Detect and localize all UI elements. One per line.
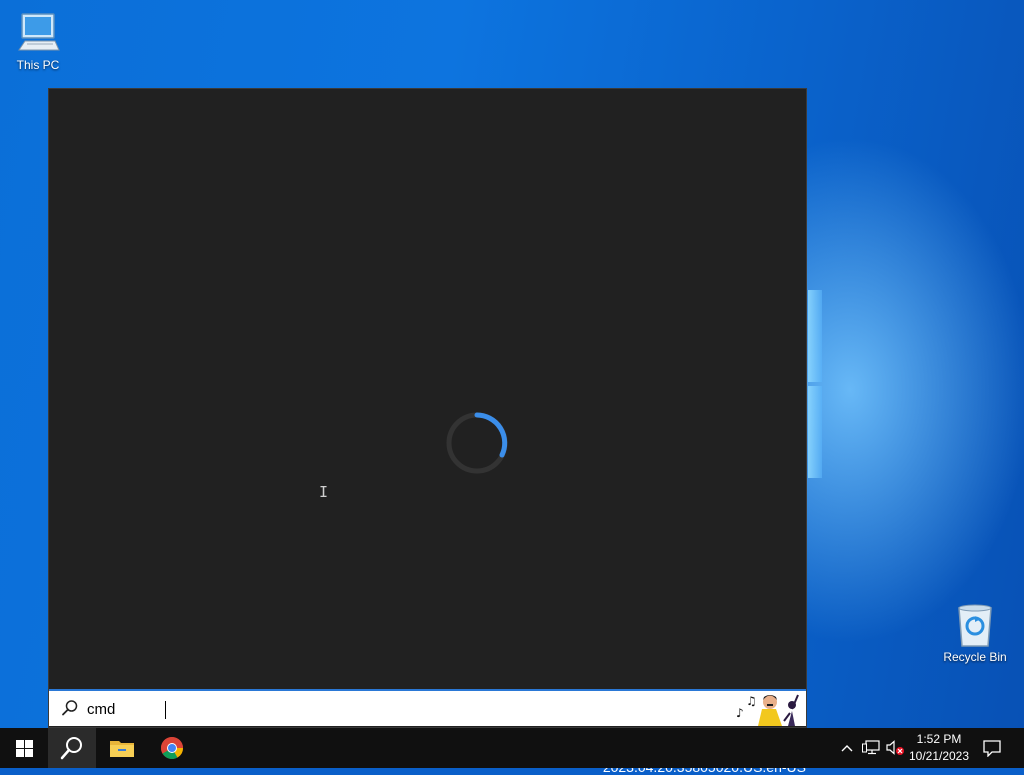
start-button[interactable] xyxy=(0,728,48,768)
recycle-bin-icon xyxy=(958,604,992,647)
clock-time: 1:52 PM xyxy=(916,732,962,746)
desktop-icon-label: This PC xyxy=(16,58,60,72)
text-caret xyxy=(165,701,166,719)
search-box[interactable]: ♪ ♫ xyxy=(49,689,806,726)
taskbar: 1:52 PM 10/21/2023 xyxy=(0,728,1024,768)
chrome-icon xyxy=(161,737,183,759)
desktop-icon-this-pc[interactable]: This PC xyxy=(0,10,76,72)
tray-show-hidden-icons[interactable] xyxy=(838,728,856,768)
action-center-button[interactable] xyxy=(978,728,1006,768)
taskbar-chrome[interactable] xyxy=(148,728,196,768)
taskbar-clock[interactable]: 1:52 PM 10/21/2023 xyxy=(900,731,978,765)
windows-start-icon xyxy=(15,739,33,757)
notification-icon xyxy=(983,739,1001,757)
clock-date: 10/21/2023 xyxy=(908,749,970,763)
network-icon xyxy=(862,740,880,755)
taskbar-file-explorer[interactable] xyxy=(98,728,146,768)
search-highlight-doodle-icon[interactable]: ♪ ♫ xyxy=(732,691,804,726)
desktop-icon-recycle-bin[interactable]: Recycle Bin xyxy=(937,602,1013,664)
loading-spinner-icon xyxy=(446,412,508,474)
svg-text:♪: ♪ xyxy=(736,706,744,720)
computer-icon xyxy=(18,13,60,51)
text-cursor-icon: I xyxy=(319,483,329,501)
svg-text:♫: ♫ xyxy=(746,694,757,708)
tray-network[interactable] xyxy=(860,728,882,768)
file-explorer-icon xyxy=(110,741,134,757)
wallpaper-light-panel xyxy=(808,386,822,478)
search-icon xyxy=(60,737,82,760)
search-results-panel: I 2023.04.20.35805020.US.en-US xyxy=(48,88,807,775)
taskbar-search-button[interactable] xyxy=(48,728,96,768)
wallpaper-light-panel xyxy=(808,290,822,382)
desktop-icon-label: Recycle Bin xyxy=(943,650,1007,664)
chevron-up-icon xyxy=(841,745,853,752)
search-icon xyxy=(62,700,78,716)
search-input[interactable] xyxy=(87,697,687,721)
